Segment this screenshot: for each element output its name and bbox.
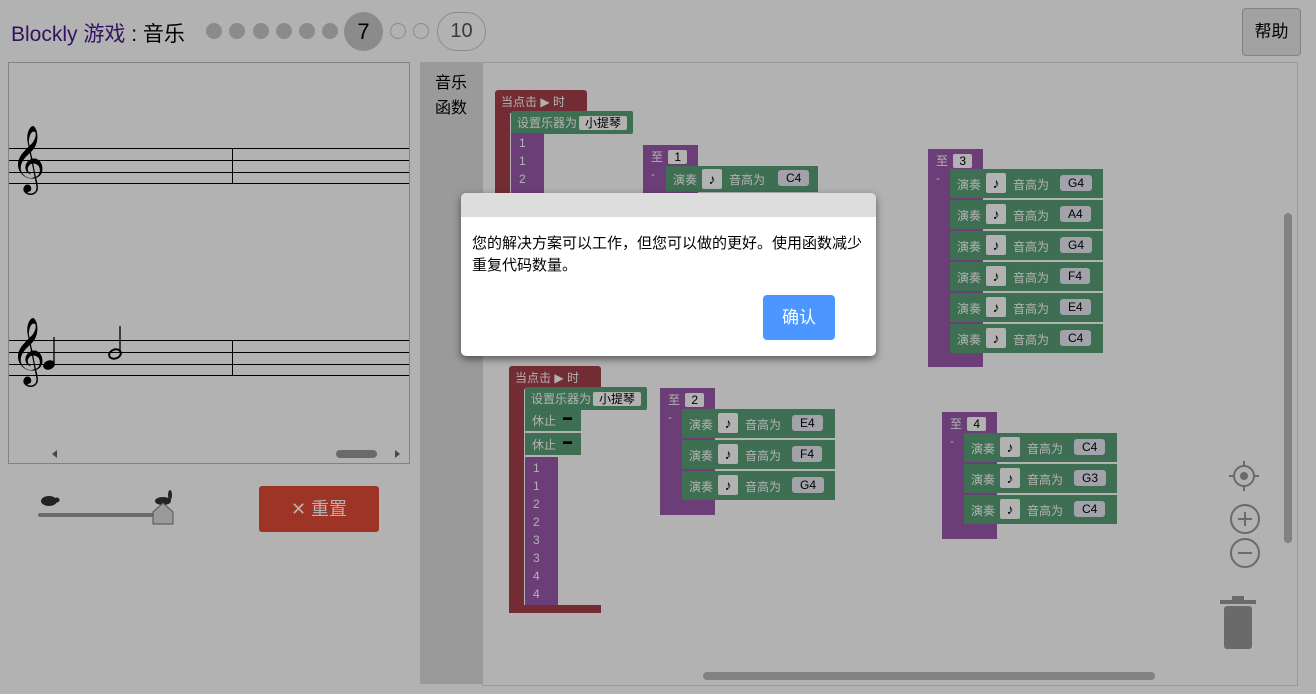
dialog-header (461, 193, 876, 217)
feedback-dialog: 您的解决方案可以工作，但您可以做的更好。使用函数减少重复代码数量。 确认 (461, 193, 876, 356)
ok-button[interactable]: 确认 (763, 295, 835, 340)
dialog-message: 您的解决方案可以工作，但您可以做的更好。使用函数减少重复代码数量。 (472, 235, 863, 274)
